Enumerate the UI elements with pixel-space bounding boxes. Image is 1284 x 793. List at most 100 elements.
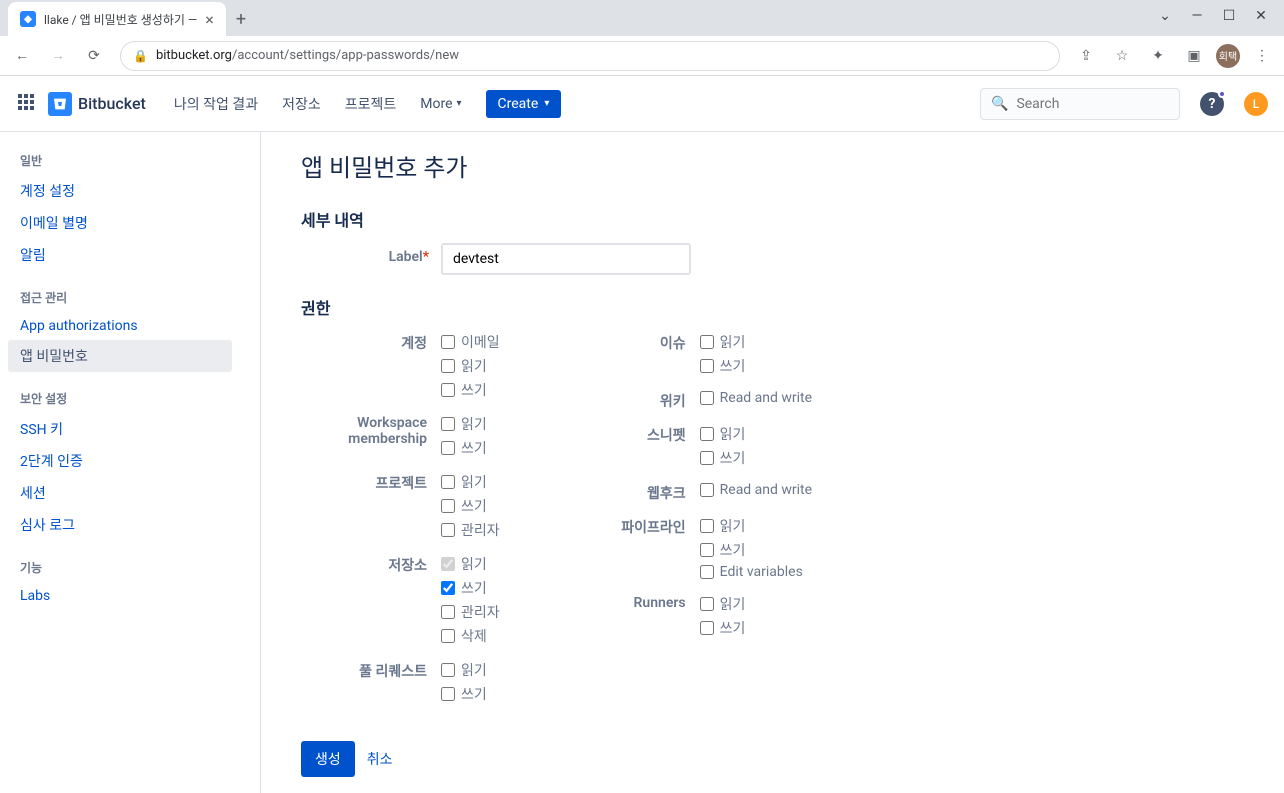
permission-option: 쓰기 xyxy=(700,539,803,561)
permission-checkbox[interactable] xyxy=(441,605,455,619)
address-bar[interactable]: 🔒 bitbucket.org/account/settings/app-pas… xyxy=(120,41,1060,71)
permission-checkbox[interactable] xyxy=(700,483,714,497)
permission-checkbox[interactable] xyxy=(700,543,714,557)
sidepanel-icon[interactable]: ▣ xyxy=(1180,42,1208,70)
permission-checkbox[interactable] xyxy=(441,523,455,537)
search-input[interactable] xyxy=(1016,96,1169,112)
permission-option-label[interactable]: Read and write xyxy=(720,390,812,406)
permission-checkbox[interactable] xyxy=(700,451,714,465)
permission-checkbox[interactable] xyxy=(700,621,714,635)
permission-checkbox[interactable] xyxy=(441,383,455,397)
permission-option: Read and write xyxy=(700,389,812,407)
permission-option-label[interactable]: 읽기 xyxy=(461,554,487,574)
permission-checkbox[interactable] xyxy=(441,441,455,455)
permission-option-label[interactable]: Read and write xyxy=(720,482,812,498)
permission-checkbox[interactable] xyxy=(441,581,455,595)
sidebar-item[interactable]: 심사 로그 xyxy=(8,509,232,541)
permission-option-label[interactable]: 삭제 xyxy=(461,626,487,646)
permission-group-label: 프로젝트 xyxy=(301,471,441,541)
nav-item[interactable]: 나의 작업 결과 xyxy=(166,88,266,120)
permission-option-label[interactable]: 읽기 xyxy=(720,332,746,352)
permission-checkbox[interactable] xyxy=(441,499,455,513)
nav-item[interactable]: 프로젝트 xyxy=(337,88,405,120)
permission-option-label[interactable]: 관리자 xyxy=(461,520,500,540)
permission-option-label[interactable]: 쓰기 xyxy=(461,578,487,598)
permission-option-label[interactable]: 읽기 xyxy=(461,660,487,680)
bookmark-icon[interactable]: ☆ xyxy=(1108,42,1136,70)
sidebar-item[interactable]: 계정 설정 xyxy=(8,175,232,207)
sidebar-item[interactable]: 알림 xyxy=(8,239,232,271)
share-icon[interactable]: ⇪ xyxy=(1072,42,1100,70)
permission-checkbox[interactable] xyxy=(441,629,455,643)
permission-option-label[interactable]: 읽기 xyxy=(461,414,487,434)
create-button[interactable]: Create▾ xyxy=(486,90,562,118)
permission-option-label[interactable]: 이메일 xyxy=(461,332,500,352)
sidebar-section-heading: 기능 xyxy=(8,559,232,582)
permission-checkbox[interactable] xyxy=(441,359,455,373)
permission-option-label[interactable]: 쓰기 xyxy=(720,356,746,376)
extensions-icon[interactable]: ✦ xyxy=(1144,42,1172,70)
nav-item[interactable]: 저장소 xyxy=(274,88,329,120)
label-input[interactable] xyxy=(441,243,691,275)
browser-profile-avatar[interactable]: 회택 xyxy=(1216,44,1240,68)
browser-menu-icon[interactable]: ⋮ xyxy=(1248,42,1276,70)
search-box[interactable]: 🔍 xyxy=(980,88,1180,120)
permission-checkbox[interactable] xyxy=(441,687,455,701)
permission-option: Read and write xyxy=(700,481,812,499)
permission-checkbox[interactable] xyxy=(441,417,455,431)
label-row: Label* xyxy=(301,243,1244,275)
permission-option-label[interactable]: 읽기 xyxy=(720,594,746,614)
browser-toolbar: ← → ⟳ 🔒 bitbucket.org/account/settings/a… xyxy=(0,36,1284,76)
permission-option-label[interactable]: 쓰기 xyxy=(720,618,746,638)
new-tab-button[interactable]: + xyxy=(226,3,256,36)
permission-option-label[interactable]: 읽기 xyxy=(461,472,487,492)
back-button[interactable]: ← xyxy=(8,42,36,70)
sidebar-item[interactable]: 이메일 별명 xyxy=(8,207,232,239)
permission-option-label[interactable]: 쓰기 xyxy=(461,380,487,400)
nav-item[interactable]: More▾ xyxy=(412,88,469,120)
permission-checkbox[interactable] xyxy=(441,475,455,489)
permission-option-label[interactable]: 쓰기 xyxy=(720,448,746,468)
permission-option-label[interactable]: 관리자 xyxy=(461,602,500,622)
permission-checkbox[interactable] xyxy=(700,565,714,579)
window-minimize-icon[interactable]: ― xyxy=(1190,8,1204,24)
sidebar-item[interactable]: Labs xyxy=(8,582,232,610)
permission-checkbox[interactable] xyxy=(700,597,714,611)
reload-button[interactable]: ⟳ xyxy=(80,42,108,70)
permission-group: Runners읽기쓰기 xyxy=(560,593,812,639)
browser-tab[interactable]: ◆ llake / 앱 비밀번호 생성하기 — × xyxy=(8,2,226,36)
sidebar-item[interactable]: 앱 비밀번호 xyxy=(8,340,232,372)
window-maximize-icon[interactable]: ☐ xyxy=(1222,8,1236,24)
permission-option-label[interactable]: 쓰기 xyxy=(461,496,487,516)
permission-checkbox[interactable] xyxy=(441,335,455,349)
window-dropdown-icon[interactable]: ⌄ xyxy=(1158,8,1172,24)
cancel-button[interactable]: 취소 xyxy=(367,749,393,769)
app-switcher-icon[interactable] xyxy=(16,92,40,116)
permission-option-label[interactable]: 쓰기 xyxy=(720,540,746,560)
sidebar-item[interactable]: 세션 xyxy=(8,477,232,509)
sidebar-item[interactable]: 2단계 인증 xyxy=(8,445,232,477)
close-tab-icon[interactable]: × xyxy=(205,10,214,29)
user-avatar[interactable]: L xyxy=(1244,92,1268,116)
sidebar-item[interactable]: SSH 키 xyxy=(8,413,232,445)
permission-option-label[interactable]: 읽기 xyxy=(461,356,487,376)
permission-option-label[interactable]: 쓰기 xyxy=(461,684,487,704)
browser-chrome: ◆ llake / 앱 비밀번호 생성하기 — × + ⌄ ― ☐ ✕ ← → … xyxy=(0,0,1284,76)
forward-button[interactable]: → xyxy=(44,42,72,70)
permission-checkbox[interactable] xyxy=(700,359,714,373)
permission-checkbox[interactable] xyxy=(700,427,714,441)
permission-option-label[interactable]: Edit variables xyxy=(720,564,803,580)
permission-option-label[interactable]: 쓰기 xyxy=(461,438,487,458)
permission-checkbox[interactable] xyxy=(700,391,714,405)
permission-checkbox[interactable] xyxy=(700,335,714,349)
permission-option-label[interactable]: 읽기 xyxy=(720,516,746,536)
sidebar-item[interactable]: App authorizations xyxy=(8,312,232,340)
permission-group-label: 위키 xyxy=(560,389,700,411)
help-button[interactable]: ? xyxy=(1200,92,1224,116)
create-submit-button[interactable]: 생성 xyxy=(301,741,355,777)
bitbucket-logo[interactable]: Bitbucket xyxy=(48,92,146,116)
permission-checkbox[interactable] xyxy=(700,519,714,533)
permission-option-label[interactable]: 읽기 xyxy=(720,424,746,444)
permission-checkbox[interactable] xyxy=(441,663,455,677)
window-close-icon[interactable]: ✕ xyxy=(1254,8,1268,24)
